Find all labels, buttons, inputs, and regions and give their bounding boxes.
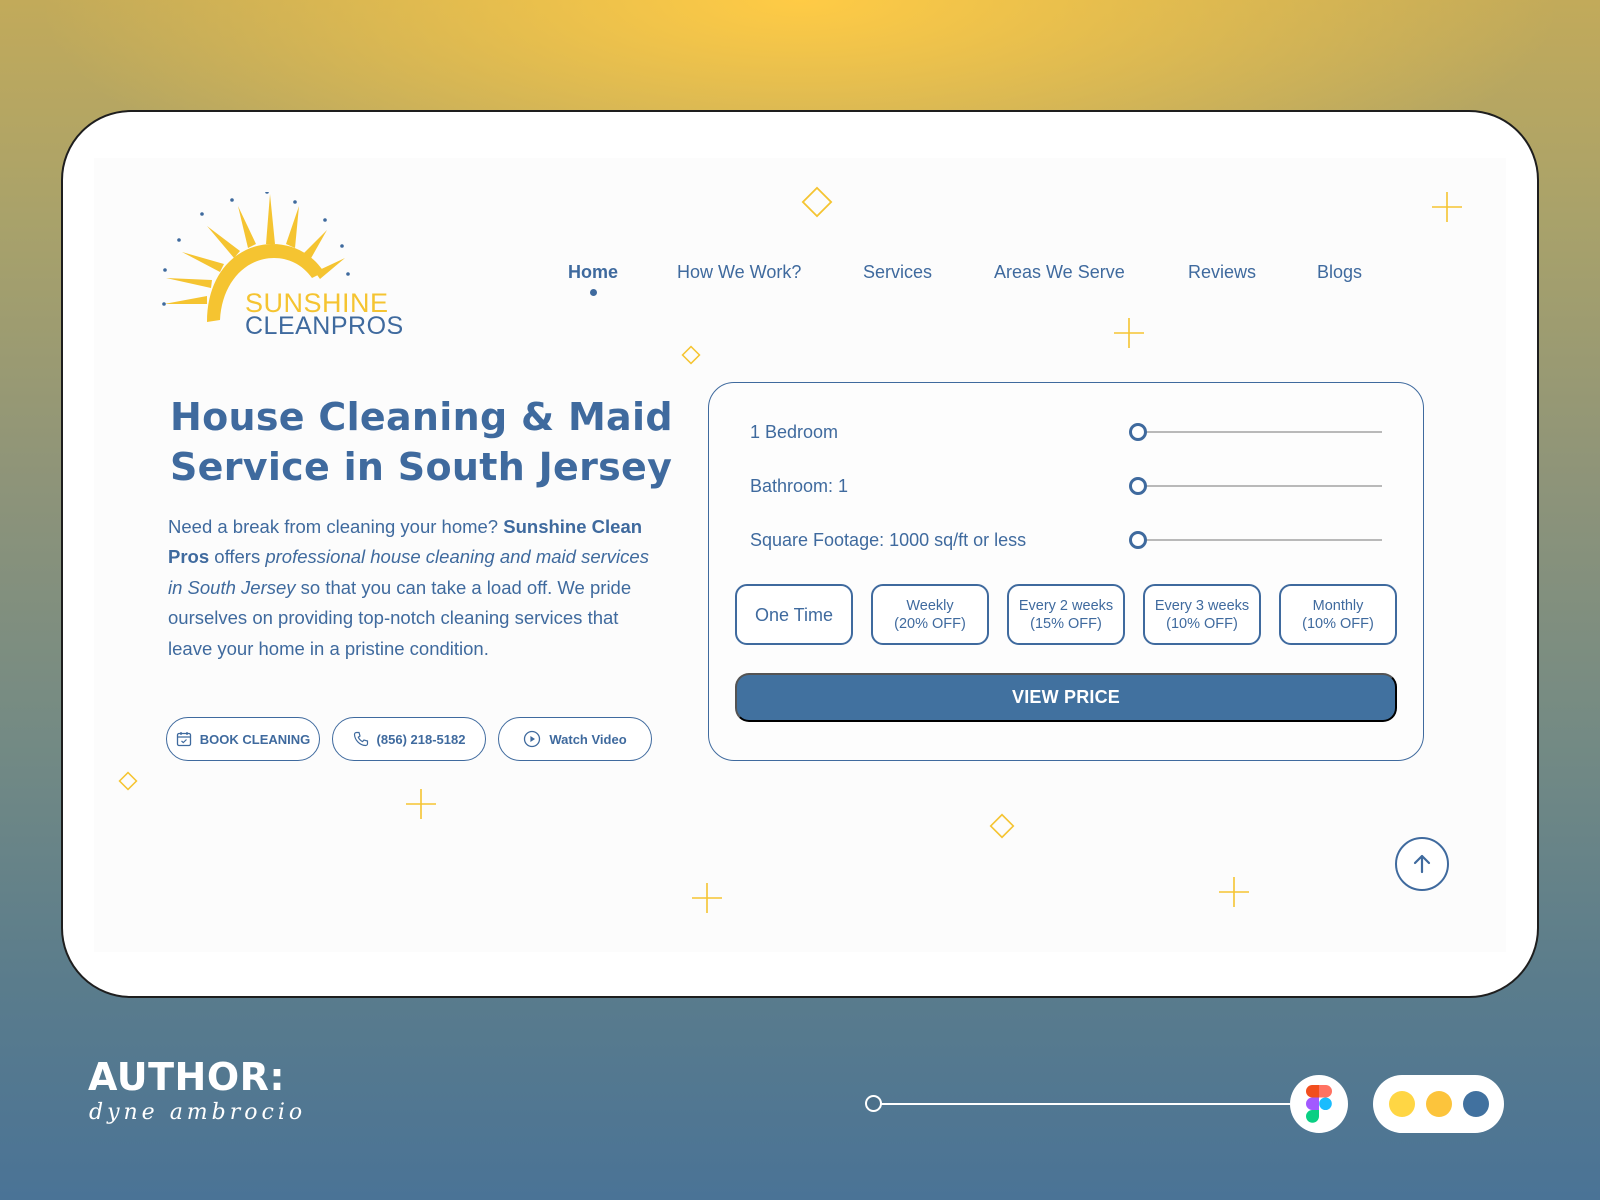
frequency-label: Every 2 weeks [1018,597,1114,614]
bathroom-slider-track[interactable] [1138,485,1382,487]
frequency-weekly-button[interactable]: Weekly (20% OFF) [871,584,989,645]
phone-call-button[interactable]: (856) 218-5182 [332,717,486,761]
plus-sparkle-icon [406,789,436,819]
hero-description-text: offers [209,546,266,568]
hero-title: House Cleaning & Maid Service in South J… [170,392,690,492]
frequency-discount: (15% OFF) [1030,615,1102,632]
plus-sparkle-icon [1432,192,1462,222]
frequency-discount: (10% OFF) [1166,615,1238,632]
book-cleaning-button[interactable]: BOOK CLEANING [166,717,320,761]
frequency-discount: (20% OFF) [894,615,966,632]
plus-sparkle-icon [1219,877,1249,907]
watch-video-button[interactable]: Watch Video [498,717,652,761]
bedroom-slider-thumb[interactable] [1129,423,1147,441]
nav-item-home[interactable]: Home [568,262,618,283]
view-price-button[interactable]: VIEW PRICE [735,673,1397,722]
frequency-label: Every 3 weeks [1154,597,1250,614]
arrow-up-icon [1413,854,1431,874]
calendar-icon [176,732,191,747]
swatch-yellow [1388,1091,1415,1117]
figma-badge[interactable] [1290,1075,1348,1133]
square-footage-slider-label: Square Footage: 1000 sq/ft or less [750,530,1027,550]
timeline-knob[interactable] [865,1095,882,1112]
author-label: AUTHOR: [88,1055,286,1099]
timeline-track [880,1103,1290,1105]
diamond-sparkle-icon [118,771,138,791]
bathroom-slider-label: Bathroom: 1 [750,476,849,496]
author-signature: dyne ambrocio [89,1100,307,1125]
frequency-discount: (10% OFF) [1302,615,1374,632]
bedroom-slider-label: 1 Bedroom [750,422,839,442]
logo-wordmark-line2: CLEANPROS [245,312,404,340]
swatch-blue [1462,1091,1489,1117]
swatch-gold [1425,1091,1452,1117]
square-footage-slider-track[interactable] [1138,539,1382,541]
frequency-every-3-weeks-button[interactable]: Every 3 weeks (10% OFF) [1143,584,1261,645]
nav-item-services[interactable]: Services [863,262,932,283]
color-palette [1373,1075,1504,1133]
nav-item-blogs[interactable]: Blogs [1317,262,1362,283]
frequency-one-time-button[interactable]: One Time [735,584,853,645]
hero-description: Need a break from cleaning your home? Su… [168,512,658,664]
phone-number-label: (856) 218-5182 [376,731,466,747]
frequency-every-2-weeks-button[interactable]: Every 2 weeks (15% OFF) [1007,584,1125,645]
bedroom-slider-track[interactable] [1138,431,1382,433]
phone-icon [353,731,368,747]
hero-title-line2: Service in South Jersey [170,445,673,489]
book-cleaning-label: BOOK CLEANING [199,731,311,747]
diamond-sparkle-icon [989,813,1015,839]
nav-item-reviews[interactable]: Reviews [1188,262,1256,283]
plus-sparkle-icon [692,883,722,913]
scroll-to-top-button[interactable] [1395,837,1449,891]
frequency-label: One Time [754,604,834,625]
square-footage-slider-thumb[interactable] [1129,531,1147,549]
bathroom-slider-thumb[interactable] [1129,477,1147,495]
watch-video-label: Watch Video [549,731,627,747]
play-icon [524,730,541,748]
frequency-label: Monthly [1312,597,1364,614]
nav-item-how-we-work[interactable]: How We Work? [677,262,801,283]
nav-item-areas-we-serve[interactable]: Areas We Serve [994,262,1125,283]
frequency-label: Weekly [906,597,954,614]
diamond-sparkle-icon [801,186,833,218]
active-nav-indicator [590,289,597,296]
plus-sparkle-icon [1114,318,1144,348]
figma-icon [1306,1085,1332,1123]
diamond-sparkle-icon [681,345,701,365]
hero-description-text: Need a break from cleaning your home? [168,516,504,537]
hero-title-line1: House Cleaning & Maid [170,395,673,439]
frequency-monthly-button[interactable]: Monthly (10% OFF) [1279,584,1397,645]
